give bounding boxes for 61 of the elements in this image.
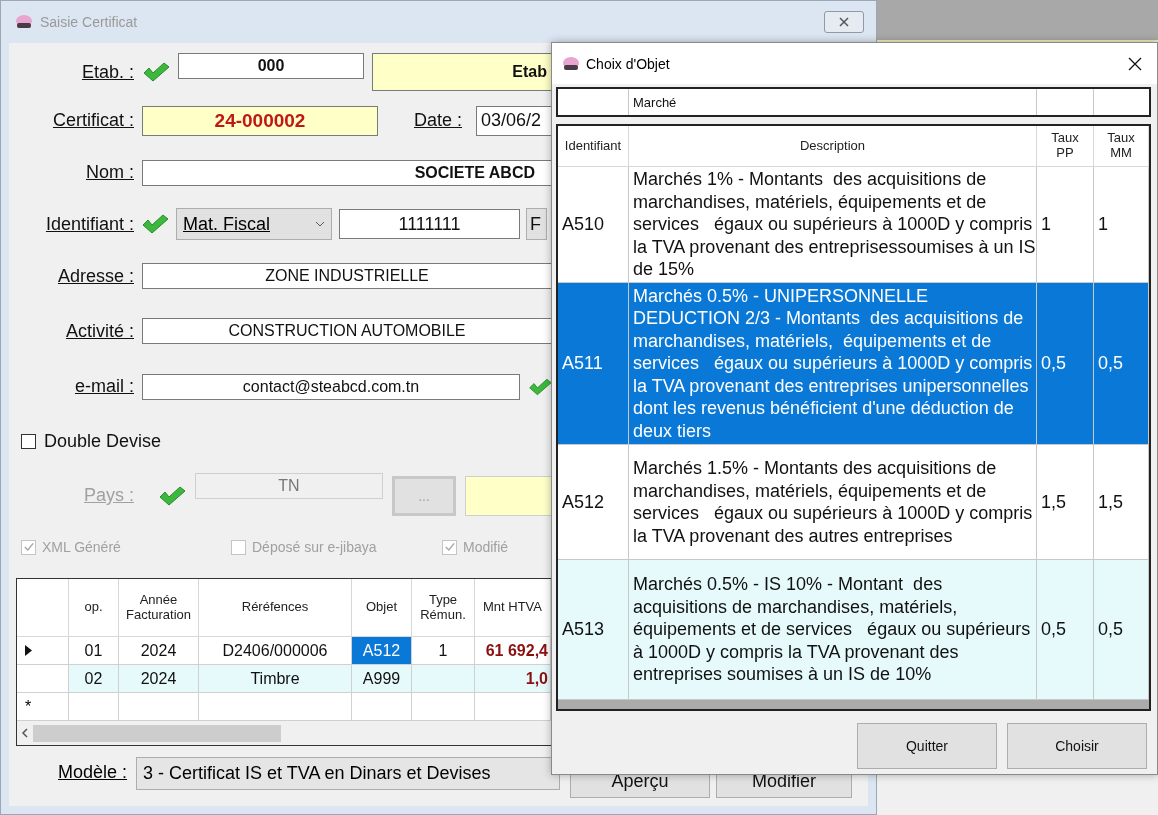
f-button[interactable]: F	[526, 208, 547, 240]
dialog-button[interactable]: Quitter	[857, 723, 997, 769]
column-header: Année Facturation	[119, 579, 199, 637]
close-icon	[839, 17, 849, 27]
app-icon	[562, 55, 580, 72]
double-devise-checkbox[interactable]: Double Devise	[21, 430, 162, 452]
object-row[interactable]	[558, 560, 1149, 700]
modele-dropdown[interactable]: 3 - Certificat IS et TVA en Dinars et Devises	[136, 757, 561, 790]
column-header: Description	[629, 126, 1037, 167]
object-row[interactable]: A512 Marchés 1.5% - Montants des acquisitions de marchandises, matériels, équipements et de services égaux ou supérieurs à 1000D y compris la TVA provenant des autres entreprises 1,5 1,5	[558, 445, 1149, 560]
field-label: Etab. :	[80, 61, 134, 83]
dialog-title: Choix d'Objet	[586, 55, 670, 72]
close-icon	[1128, 56, 1142, 71]
column-header: Réréfences	[199, 579, 352, 637]
table-cell: 0,5	[1094, 560, 1149, 700]
checkmark-icon	[22, 541, 35, 553]
field-label: Modèle :	[58, 762, 128, 783]
column-header: Type Rémun.	[412, 579, 475, 637]
pays-name-field[interactable]	[465, 475, 552, 516]
dialog-button[interactable]: Choisir	[1007, 723, 1147, 769]
column-header: Objet	[352, 579, 412, 637]
table-cell: A513	[558, 560, 629, 700]
identifiant-type-dropdown[interactable]: Mat. Fiscal	[176, 208, 332, 240]
certificat-field[interactable]: 24-000002	[142, 105, 378, 136]
field-label: e-mail :	[74, 376, 134, 397]
table-cell: A512	[352, 637, 412, 665]
column-header: Identifiant	[558, 126, 629, 167]
object-row[interactable]: A510 Marchés 1% - Montants des acquisitions de marchandises, matériels, équipements et de services égaux ou supérieurs à 1000D y compris la TVA provenant des entreprisessoumises à un IS de 15% 1 1	[558, 167, 1149, 283]
field-label: Date :	[414, 110, 463, 131]
field-label: Nom :	[85, 162, 134, 183]
current-row-icon	[25, 645, 32, 656]
field-label: Adresse :	[56, 265, 134, 287]
table-cell: Marchés 0.5% - IS 10% - Montant des acquisitions de marchandises, matériels, équipements et de services égaux ou supérieurs à 1000D y compris la TVA provenant des entreprises soumises à un IS de 10%	[629, 560, 1037, 700]
column-header: Mnt HTVA	[475, 579, 551, 637]
etab-name-field[interactable]: Etab	[372, 53, 552, 91]
nom-field[interactable]: SOCIETE ABCD	[142, 159, 552, 186]
row-header[interactable]	[17, 637, 69, 665]
activite-field[interactable]: CONSTRUCTION AUTOMOBILE	[142, 318, 552, 344]
date-field[interactable]: 03/06/2	[476, 105, 552, 136]
column-header: Taux MM	[1094, 126, 1149, 167]
adresse-field[interactable]: ZONE INDUSTRIELLE	[142, 263, 552, 289]
field-label: Certificat :	[51, 110, 134, 131]
scrollbar-thumb[interactable]	[33, 724, 281, 742]
field-label: Identifiant :	[44, 213, 134, 235]
scroll-left-icon[interactable]	[21, 728, 29, 738]
new-row-marker: *	[25, 697, 32, 716]
etab-code-field[interactable]: 000	[178, 53, 364, 79]
field-label: Activité :	[64, 320, 134, 342]
field-label: Pays :	[82, 485, 134, 506]
app-icon	[15, 14, 33, 30]
identifiant-field[interactable]: 1111111	[339, 209, 520, 239]
checkmark-icon	[443, 541, 456, 553]
row-header[interactable]: *	[17, 693, 69, 721]
filter-field[interactable]: Marché	[556, 87, 1151, 117]
table-cell: 0,5	[1037, 560, 1094, 700]
email-field[interactable]: contact@steabcd.com.tn	[142, 373, 520, 400]
window-title: Saisie Certificat	[40, 14, 138, 30]
column-header: Taux PP	[1037, 126, 1094, 167]
chevron-down-icon	[315, 221, 325, 227]
column-header: op.	[69, 579, 119, 637]
column-header	[17, 579, 69, 637]
